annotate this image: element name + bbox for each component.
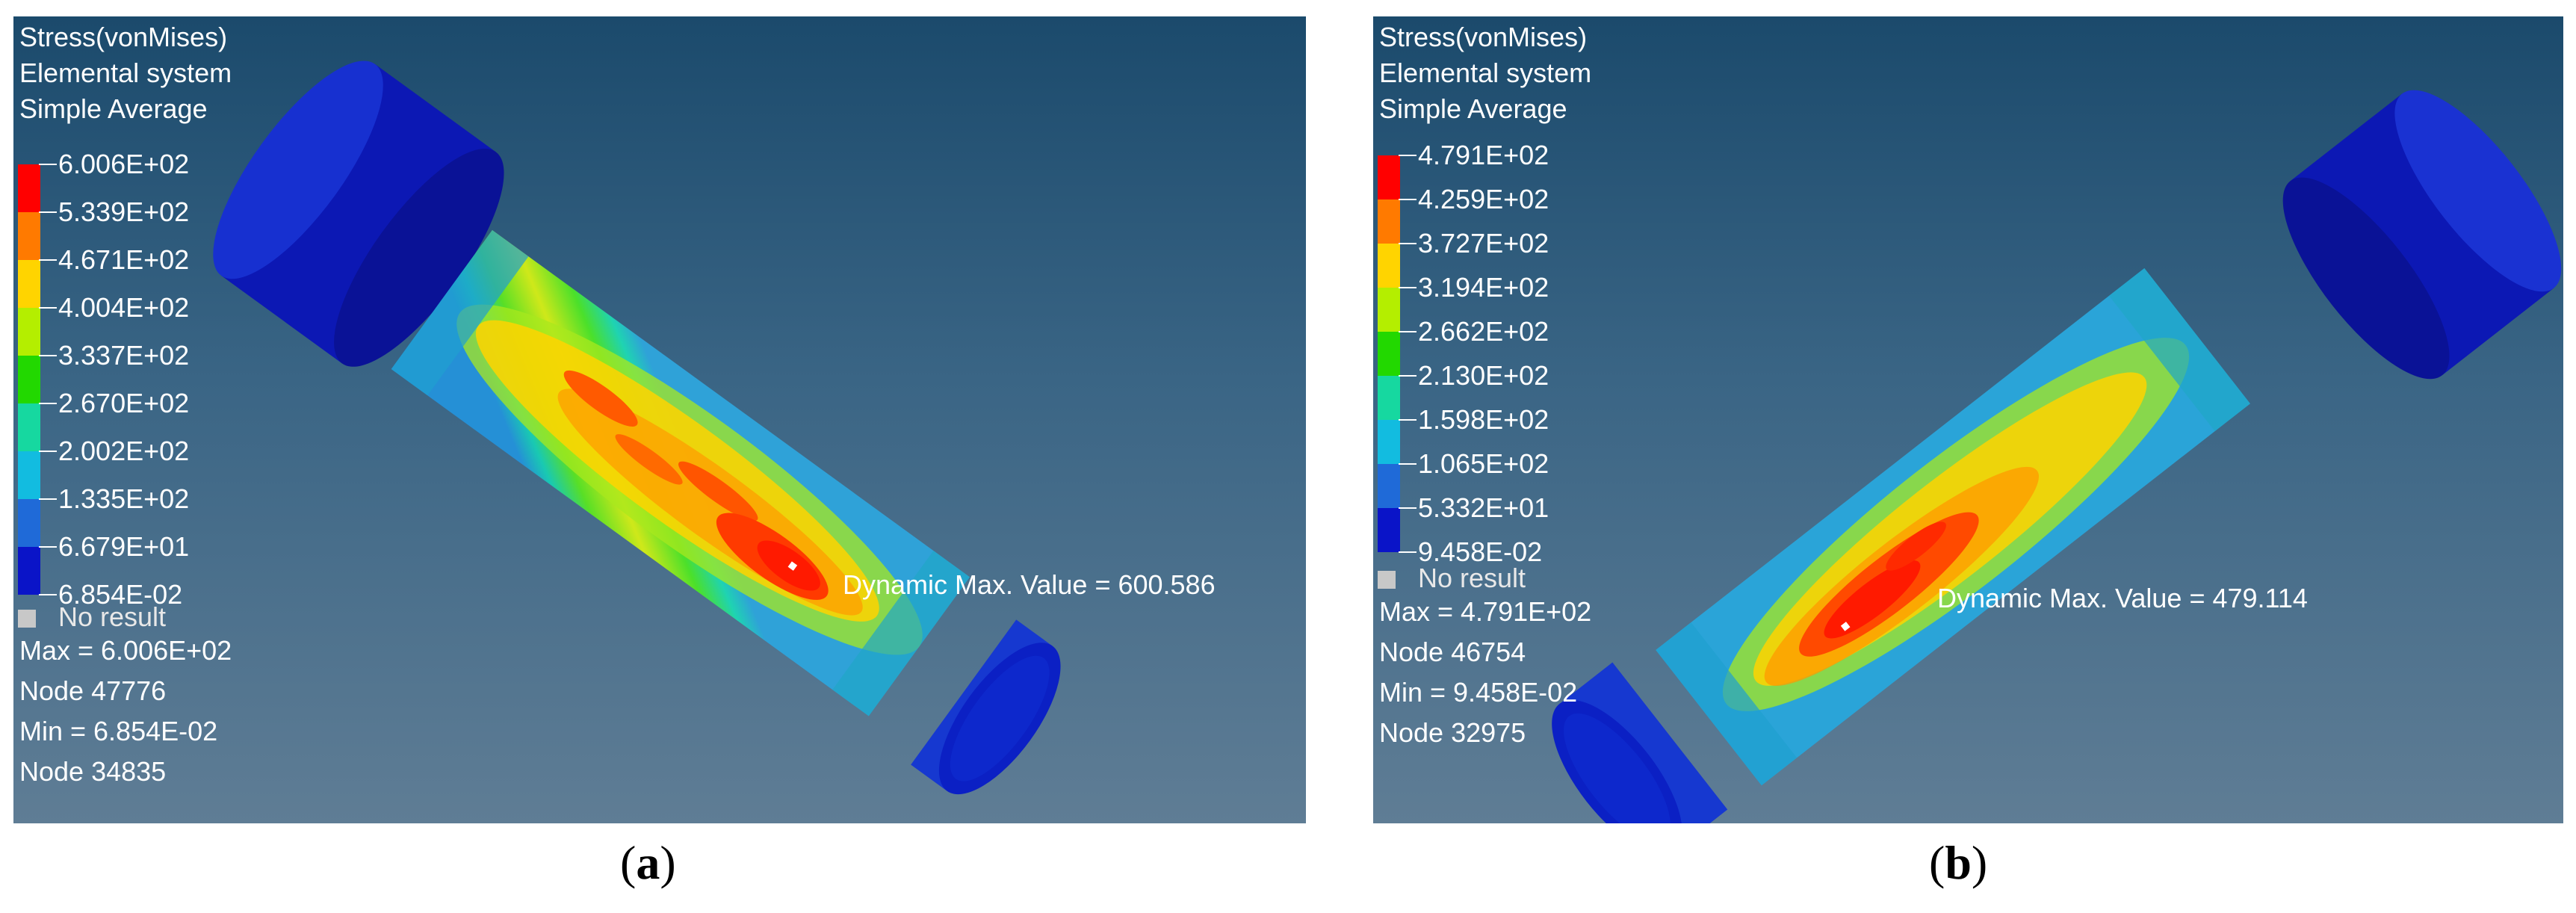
result-summary: Max = 4.791E+02 Node 46754 Min = 9.458E-… <box>1379 592 1591 753</box>
legend-swatch <box>1378 420 1400 464</box>
caption-a: (a) <box>620 836 676 889</box>
no-result-label: No result <box>58 601 167 632</box>
legend-tick-label: 5.332E+01 <box>1418 492 1549 523</box>
shaft <box>391 229 970 717</box>
averaging-method: Simple Average <box>19 93 208 124</box>
legend-tick <box>39 403 57 404</box>
right-end-cap <box>911 619 1061 795</box>
dynamic-max-label: Dynamic Max. Value = 479.114 <box>1937 583 2308 613</box>
max-node: Node 46754 <box>1379 637 1526 667</box>
legend-tick <box>39 307 57 309</box>
legend-tick-label: 1.335E+02 <box>58 483 190 514</box>
right-end-cap <box>2282 90 2562 380</box>
legend-swatch <box>1378 199 1400 244</box>
legend-swatch <box>1378 464 1400 508</box>
legend-tick <box>39 164 57 165</box>
no-result-label: No result <box>1418 563 1526 593</box>
legend-tick <box>39 355 57 356</box>
result-header: Stress(vonMises) Elemental system Simple… <box>1379 19 1591 127</box>
result-summary: Max = 6.006E+02 Node 47776 Min = 6.854E-… <box>19 631 232 792</box>
legend-tick-label: 3.337E+02 <box>58 340 190 371</box>
legend-tick <box>1399 331 1417 332</box>
legend-tick-label: 5.339E+02 <box>58 196 190 227</box>
shaft <box>1656 267 2250 786</box>
min-node: Node 32975 <box>1379 717 1526 748</box>
legend-tick <box>1399 287 1417 288</box>
max-value: Max = 4.791E+02 <box>1379 596 1592 627</box>
legend-tick <box>39 546 57 548</box>
legend-tick-label: 4.671E+02 <box>58 244 190 275</box>
legend-tick <box>1399 551 1417 553</box>
legend-swatch <box>18 260 40 308</box>
legend-tick-label: 6.679E+01 <box>58 531 190 562</box>
legend-swatch <box>18 547 40 595</box>
legend-swatch <box>1378 508 1400 552</box>
legend-tick-label: 1.598E+02 <box>1418 404 1549 435</box>
contour-plot-panel-b: Stress(vonMises) Elemental system Simple… <box>1373 16 2563 823</box>
legend-tick <box>1399 199 1417 200</box>
legend-swatch <box>1378 288 1400 332</box>
dynamic-max-label: Dynamic Max. Value = 600.586 <box>843 569 1216 600</box>
max-value: Max = 6.006E+02 <box>19 635 232 666</box>
min-value: Min = 9.458E-02 <box>1379 677 1578 708</box>
caption-letter: a <box>636 836 660 889</box>
legend-tick <box>39 259 57 261</box>
legend-tick <box>1399 155 1417 156</box>
legend-tick <box>1399 463 1417 465</box>
legend-tick <box>1399 375 1417 377</box>
legend-tick-label: 4.259E+02 <box>1418 184 1549 214</box>
legend-swatch <box>18 403 40 451</box>
coordinate-system: Elemental system <box>1379 58 1592 88</box>
legend-tick <box>39 594 57 595</box>
contour-plot-panel-a: Stress(vonMises) Elemental system Simple… <box>13 16 1306 823</box>
max-node: Node 47776 <box>19 675 167 706</box>
legend-tick-label: 2.130E+02 <box>1418 360 1549 391</box>
legend-swatch <box>18 308 40 356</box>
legend-swatch <box>1378 376 1400 420</box>
legend-swatch <box>1378 332 1400 376</box>
no-result-legend: No result <box>18 602 166 632</box>
no-result-swatch <box>18 610 36 628</box>
legend-tick-label: 1.065E+02 <box>1418 448 1549 479</box>
legend-swatch <box>18 451 40 499</box>
result-type: Stress(vonMises) <box>19 22 228 52</box>
legend-swatch <box>1378 155 1400 199</box>
legend-tick-label: 4.004E+02 <box>58 292 190 323</box>
legend-tick-label: 3.194E+02 <box>1418 272 1549 303</box>
legend-tick-label: 6.006E+02 <box>58 149 190 179</box>
min-value: Min = 6.854E-02 <box>19 716 218 746</box>
legend-tick <box>39 498 57 500</box>
legend-tick <box>1399 419 1417 421</box>
legend-swatch <box>1378 244 1400 288</box>
legend-swatch <box>18 356 40 403</box>
caption-letter: b <box>1945 836 1972 889</box>
no-result-swatch <box>1378 571 1396 589</box>
legend-tick <box>39 451 57 452</box>
averaging-method: Simple Average <box>1379 93 1567 124</box>
legend-swatch <box>18 499 40 547</box>
legend-tick-label: 2.662E+02 <box>1418 316 1549 347</box>
legend-tick-label: 3.727E+02 <box>1418 228 1549 259</box>
legend-swatch <box>18 164 40 212</box>
result-header: Stress(vonMises) Elemental system Simple… <box>19 19 232 127</box>
legend-tick <box>1399 507 1417 509</box>
result-type: Stress(vonMises) <box>1379 22 1588 52</box>
min-node: Node 34835 <box>19 756 167 787</box>
caption-b: (b) <box>1929 836 1988 889</box>
legend-tick <box>1399 243 1417 244</box>
legend-tick <box>39 211 57 213</box>
legend-swatch <box>18 212 40 260</box>
legend-tick-label: 2.002E+02 <box>58 436 190 466</box>
legend-tick-label: 2.670E+02 <box>58 388 190 418</box>
coordinate-system: Elemental system <box>19 58 232 88</box>
legend-tick-label: 4.791E+02 <box>1418 140 1549 170</box>
no-result-legend: No result <box>1378 563 1526 593</box>
